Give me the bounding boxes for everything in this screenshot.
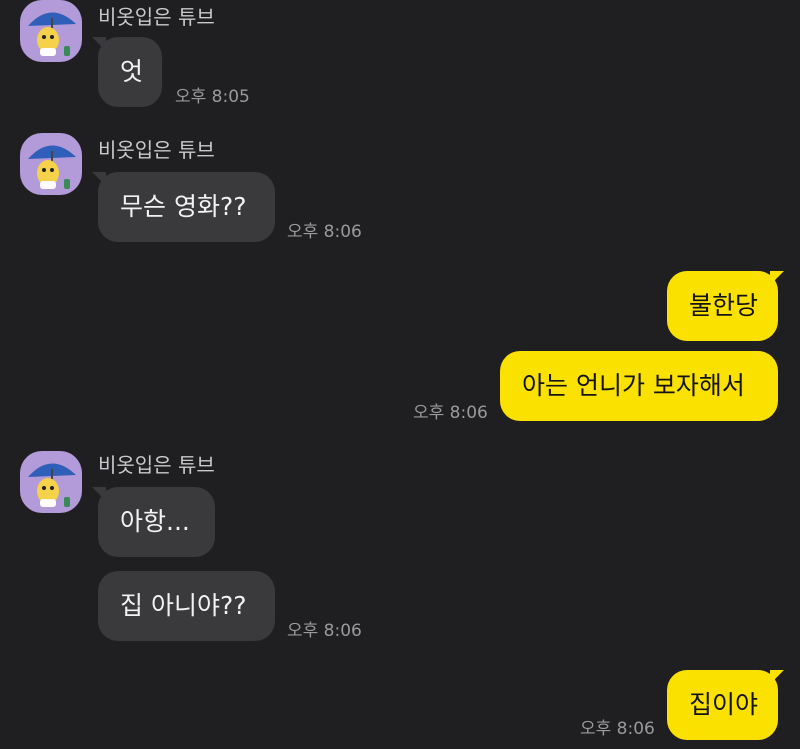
outgoing-message[interactable]: 아는 언니가 보자해서 [500,351,778,421]
incoming-message[interactable]: 무슨 영화?? [92,172,275,242]
incoming-message[interactable]: 엇 [92,37,162,107]
message-text: 무슨 영화?? [120,192,247,221]
bubble-tail [92,172,106,186]
message-time: 오후 8:06 [580,719,655,739]
message-text: 엇 [120,57,144,86]
message-text: 집이야 [689,690,759,719]
message-time: 오후 8:06 [287,621,362,641]
incoming-message[interactable]: 아항... [92,487,215,557]
incoming-message[interactable]: 집 아니야?? [98,571,275,641]
bubble-tail [92,37,106,51]
sender-avatar[interactable] [20,0,82,62]
sender-avatar[interactable] [20,451,82,513]
bubble-tail [770,271,784,285]
sender-name: 비옷입은 튜브 [98,138,215,162]
bubble-tail [770,670,784,684]
message-time: 오후 8:06 [287,222,362,242]
message-time: 오후 8:06 [413,403,488,423]
sender-name: 비옷입은 튜브 [98,453,215,477]
message-text: 집 아니야?? [120,591,247,620]
message-text: 아항... [120,507,190,536]
bubble-tail [92,487,106,501]
message-text: 아는 언니가 보자해서 [522,371,745,400]
sender-name: 비옷입은 튜브 [98,5,215,29]
outgoing-message[interactable]: 불한당 [667,271,784,341]
message-text: 불한당 [689,291,759,320]
message-time: 오후 8:05 [175,87,250,107]
outgoing-message[interactable]: 집이야 [667,670,784,740]
sender-avatar[interactable] [20,133,82,195]
